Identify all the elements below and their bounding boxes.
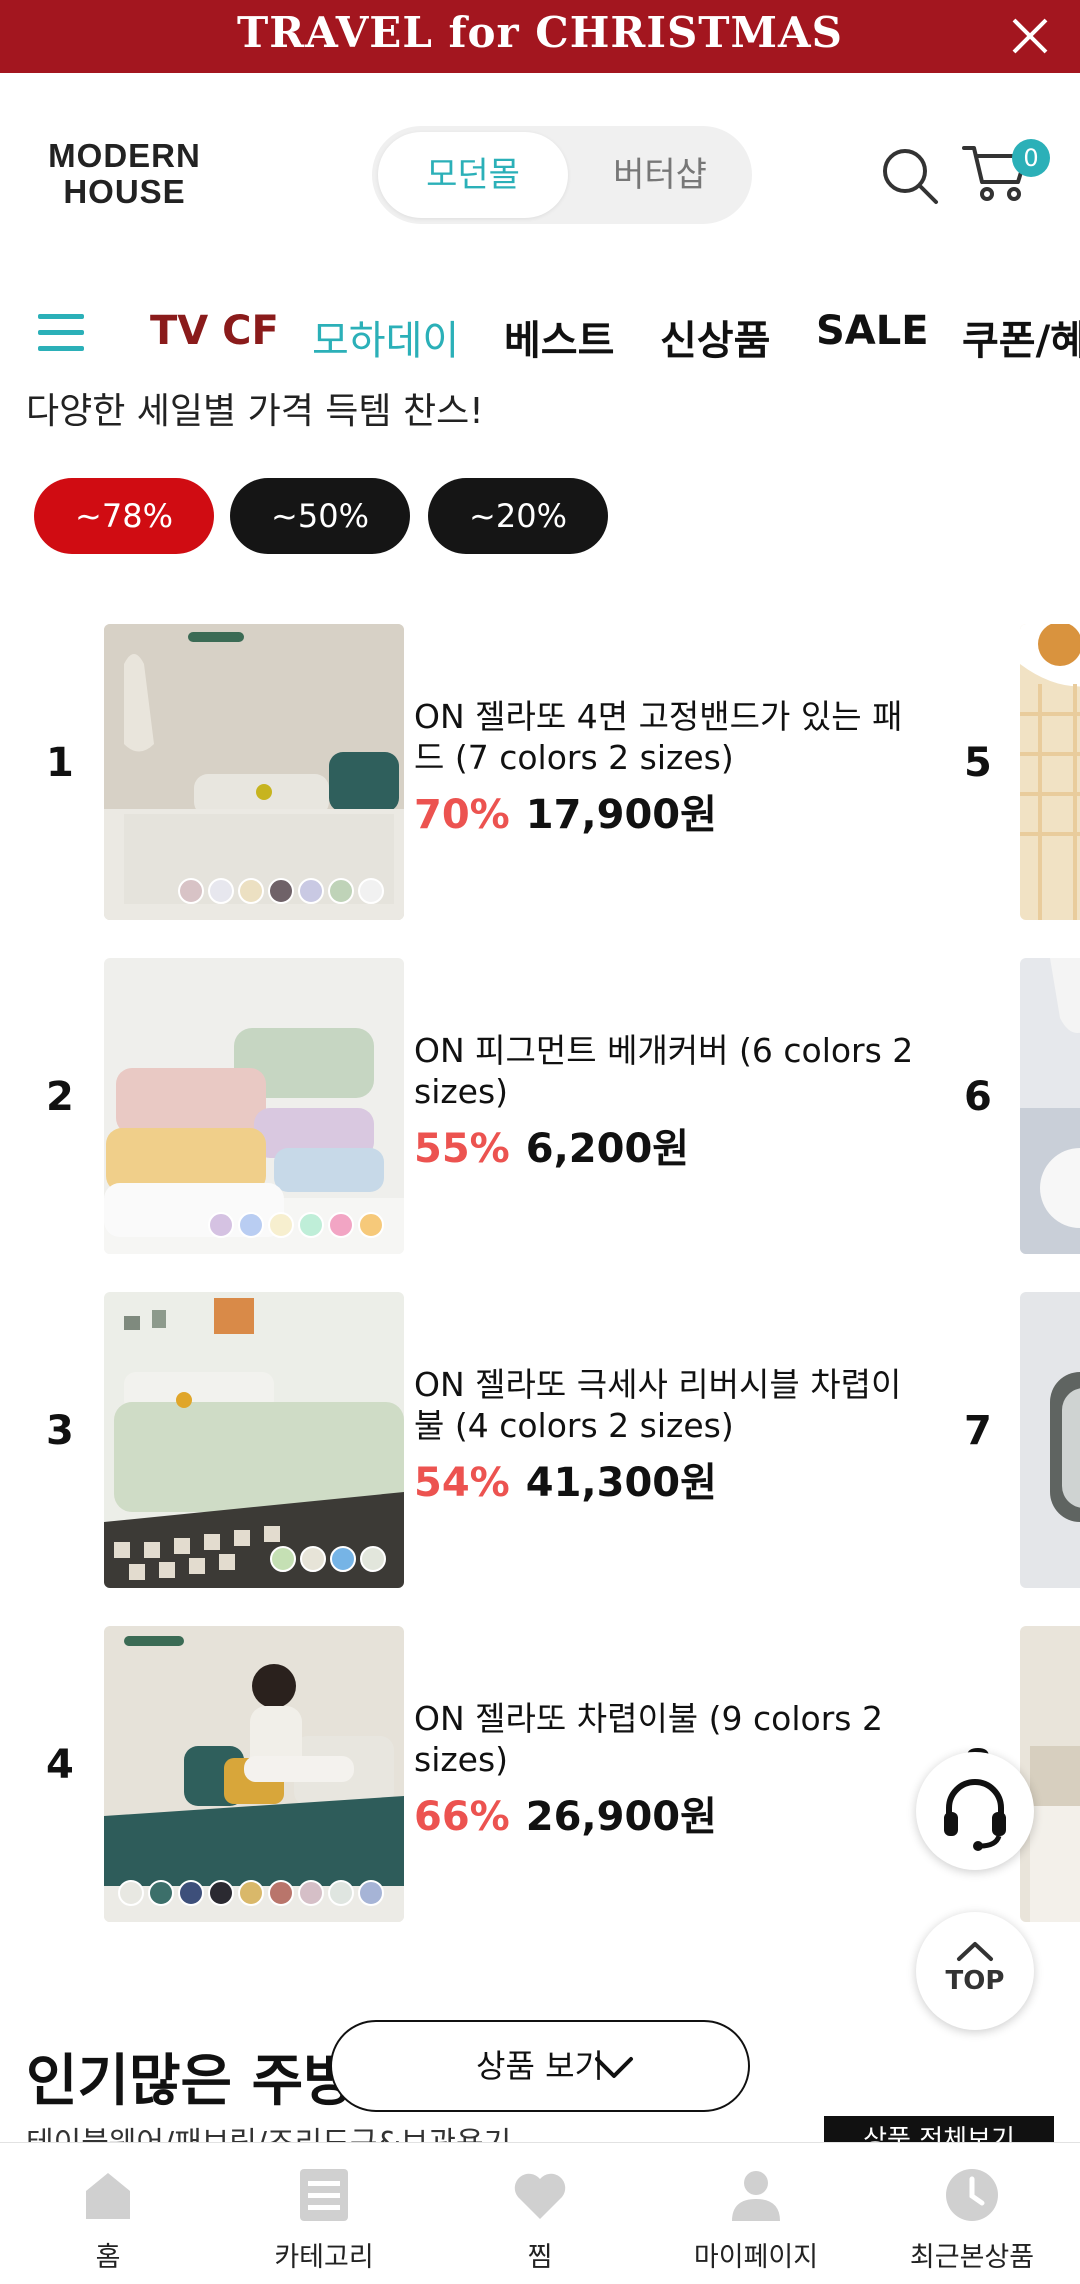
mall-toggle: 모던몰 버터샵	[372, 126, 752, 224]
clock-icon	[946, 2169, 998, 2221]
product-rank: 4	[46, 1742, 74, 1788]
cart-count-badge: 0	[1012, 139, 1050, 177]
product-discount: 55%	[414, 1126, 510, 1172]
heart-icon	[514, 2173, 566, 2219]
chip-78[interactable]: ~78%	[34, 478, 214, 554]
view-products-button[interactable]: 상품 보기	[330, 2020, 750, 2112]
bottom-tab-bar: 홈 카테고리 찜 마이페이지 최근본상품	[0, 2142, 1080, 2284]
product-name[interactable]: ON 젤라또 극세사 리버시블 차렵이불 (4 colors 2 sizes)	[414, 1364, 914, 1446]
product-discount: 66%	[414, 1794, 510, 1840]
category-icon	[300, 2169, 348, 2221]
customer-support-button[interactable]	[916, 1752, 1034, 1870]
product-price: 17,900원	[525, 792, 717, 838]
user-icon	[732, 2171, 780, 2221]
nav-new[interactable]: 신상품	[660, 308, 770, 364]
nav-best[interactable]: 베스트	[504, 308, 614, 364]
chevron-up-icon	[957, 1942, 993, 1961]
product-price-row: 66% 26,900원	[414, 1784, 717, 1842]
product-rank-right: 7	[964, 1408, 992, 1454]
close-icon[interactable]	[1010, 16, 1050, 56]
product-image-right[interactable]	[1020, 1292, 1080, 1588]
product-discount: 54%	[414, 1460, 510, 1506]
tab-label: 찜	[527, 2242, 553, 2273]
color-swatches	[208, 1212, 384, 1238]
product-item[interactable]: 1 ON 젤라또 4면 고정밴드가 있는 패드 (7 colors 2 size…	[0, 624, 1080, 924]
section-title: 인기많은 주방	[26, 2049, 355, 2114]
tab-label: 홈	[95, 2242, 121, 2273]
headset-icon	[944, 1779, 1006, 1851]
tab-mypage[interactable]: 마이페이지	[648, 2143, 864, 2284]
tab-category[interactable]: 카테고리	[216, 2143, 432, 2284]
product-price: 26,900원	[525, 1794, 717, 1840]
nav-sale[interactable]: SALE	[816, 308, 929, 354]
chip-20[interactable]: ~20%	[428, 478, 608, 554]
category-nav: TV CF 모하데이 베스트 신상품 SALE 쿠폰/혜	[0, 300, 1080, 364]
product-price-row: 70% 17,900원	[414, 782, 717, 840]
product-discount: 70%	[414, 792, 510, 838]
product-rank-right: 6	[964, 1074, 992, 1120]
promo-banner[interactable]: TRAVEL for CHRISTMAS	[0, 0, 1080, 73]
chip-50[interactable]: ~50%	[230, 478, 410, 554]
tab-label: 카테고리	[274, 2242, 374, 2273]
product-price: 6,200원	[525, 1126, 690, 1172]
logo-line-1: MODERN	[48, 137, 201, 174]
product-image[interactable]	[104, 1626, 404, 1922]
product-image[interactable]	[104, 1292, 404, 1588]
sale-subtitle: 다양한 세일별 가격 득템 찬스!	[26, 391, 484, 432]
product-name[interactable]: ON 피그먼트 베개커버 (6 colors 2 sizes)	[414, 1030, 914, 1112]
view-all-button[interactable]: 상품 전체보기	[824, 2116, 1054, 2142]
tab-home[interactable]: 홈	[0, 2143, 216, 2284]
product-image[interactable]	[104, 624, 404, 920]
product-rank: 2	[46, 1074, 74, 1120]
tab-wishlist[interactable]: 찜	[432, 2143, 648, 2284]
search-icon[interactable]	[880, 146, 940, 206]
product-image-right[interactable]	[1020, 958, 1080, 1254]
product-rank: 1	[46, 740, 74, 786]
product-price-row: 55% 6,200원	[414, 1116, 689, 1174]
view-products-label: 상품 보기	[476, 2047, 604, 2085]
top-label: TOP	[945, 1966, 1005, 1996]
promo-text: TRAVEL for CHRISTMAS	[237, 8, 843, 57]
nav-coupon[interactable]: 쿠폰/혜	[962, 308, 1080, 364]
product-item[interactable]: 2 ON 피그먼트 베개커버 (6 colors 2 sizes) 55% 6,2…	[0, 958, 1080, 1258]
color-swatches	[270, 1546, 386, 1572]
nav-mohaday[interactable]: 모하데이	[312, 308, 459, 364]
chevron-down-icon	[595, 2057, 633, 2078]
mall-tab-modern[interactable]: 모던몰	[378, 132, 568, 218]
logo-line-2: HOUSE	[63, 173, 186, 210]
product-price: 41,300원	[525, 1460, 717, 1506]
section-subtitle: 테이블웨어/패브릭/조리도구&보관용기	[26, 2118, 511, 2142]
product-rank-right: 5	[964, 740, 992, 786]
brand-logo[interactable]: MODERN HOUSE	[42, 138, 207, 210]
tab-label: 마이페이지	[693, 2242, 819, 2273]
product-image-right[interactable]	[1020, 624, 1080, 920]
mall-tab-butter[interactable]: 버터샵	[572, 132, 748, 218]
product-item[interactable]: 3 ON 젤라또 극세사 리버시블 차렵이불 (4 colors 2 sizes…	[0, 1292, 1080, 1592]
color-swatches	[118, 1880, 384, 1906]
product-name[interactable]: ON 젤라또 4면 고정밴드가 있는 패드 (7 colors 2 sizes)	[414, 696, 914, 778]
product-name[interactable]: ON 젤라또 차렵이불 (9 colors 2 sizes)	[414, 1698, 914, 1780]
home-icon	[86, 2173, 130, 2219]
product-image[interactable]	[104, 958, 404, 1254]
scroll-top-button[interactable]: TOP	[916, 1912, 1034, 2030]
product-rank: 3	[46, 1408, 74, 1454]
nav-tv-cf[interactable]: TV CF	[150, 308, 279, 354]
product-price-row: 54% 41,300원	[414, 1450, 717, 1508]
tab-label: 최근본상품	[909, 2242, 1035, 2273]
menu-icon[interactable]	[38, 314, 84, 352]
tab-recent[interactable]: 최근본상품	[864, 2143, 1080, 2284]
color-swatches	[178, 878, 384, 904]
